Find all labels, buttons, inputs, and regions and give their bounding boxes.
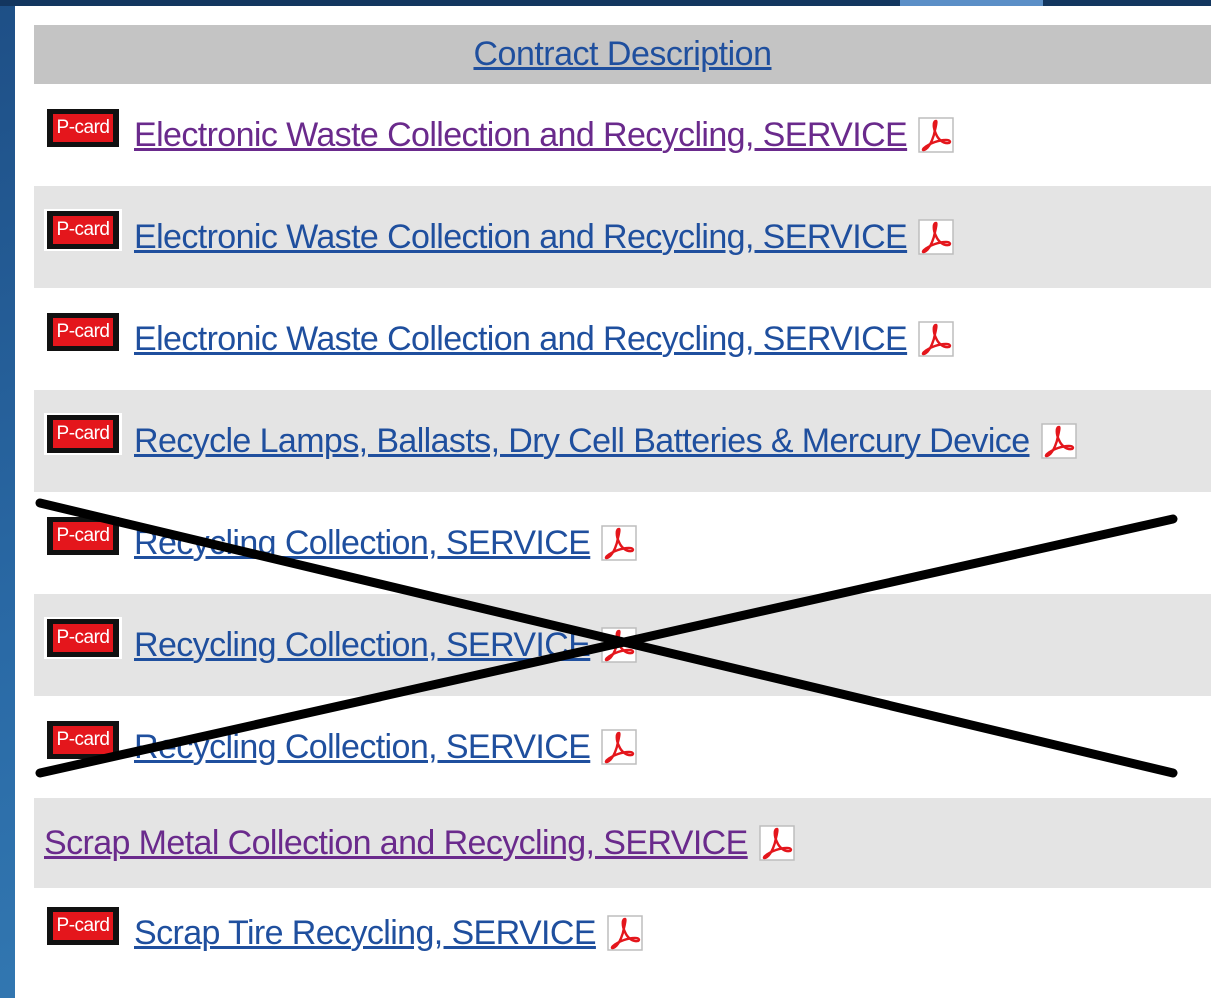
pdf-icon[interactable] bbox=[1040, 422, 1078, 460]
contract-link[interactable]: Recycling Collection, SERVICE bbox=[134, 728, 591, 767]
content-panel: Contract Description P-card Electronic Wa… bbox=[15, 6, 1211, 998]
table-header: Contract Description bbox=[34, 25, 1211, 84]
p-card-badge-frame: P-card bbox=[47, 619, 119, 657]
p-card-label: P-card bbox=[52, 318, 114, 346]
table-row: P-card Electronic Waste Collection and Re… bbox=[34, 186, 1211, 288]
p-card-badge-frame: P-card bbox=[47, 109, 119, 147]
p-card-badge: P-card bbox=[44, 515, 122, 557]
p-card-label: P-card bbox=[52, 114, 114, 142]
p-card-label: P-card bbox=[52, 522, 114, 550]
p-card-badge: P-card bbox=[44, 209, 122, 251]
table-row: P-card Electronic Waste Collection and Re… bbox=[34, 288, 1211, 390]
p-card-badge-frame: P-card bbox=[47, 211, 119, 249]
table-row: P-card Recycling Collection, SERVICE bbox=[34, 492, 1211, 594]
contracts-table: Contract Description P-card Electronic Wa… bbox=[34, 25, 1211, 978]
pdf-icon[interactable] bbox=[600, 728, 638, 766]
table-row: P-card Recycle Lamps, Ballasts, Dry Cell … bbox=[34, 390, 1211, 492]
contract-link[interactable]: Recycling Collection, SERVICE bbox=[134, 524, 591, 563]
contract-link[interactable]: Scrap Tire Recycling, SERVICE bbox=[134, 914, 597, 953]
p-card-label: P-card bbox=[52, 624, 114, 652]
p-card-badge: P-card bbox=[44, 905, 122, 947]
pdf-icon[interactable] bbox=[917, 218, 955, 256]
p-card-badge: P-card bbox=[44, 107, 122, 149]
contract-link[interactable]: Recycling Collection, SERVICE bbox=[134, 626, 591, 665]
pdf-icon[interactable] bbox=[606, 914, 644, 952]
p-card-label: P-card bbox=[52, 420, 114, 448]
pdf-icon[interactable] bbox=[758, 824, 796, 862]
p-card-badge-frame: P-card bbox=[47, 517, 119, 555]
p-card-badge-frame: P-card bbox=[47, 907, 119, 945]
table-row: P-card Scrap Tire Recycling, SERVICE bbox=[34, 888, 1211, 978]
pdf-icon[interactable] bbox=[917, 320, 955, 358]
table-row: P-card Recycling Collection, SERVICE bbox=[34, 594, 1211, 696]
contract-link[interactable]: Scrap Metal Collection and Recycling, SE… bbox=[44, 824, 748, 863]
p-card-badge: P-card bbox=[44, 719, 122, 761]
pdf-icon[interactable] bbox=[600, 626, 638, 664]
p-card-label: P-card bbox=[52, 216, 114, 244]
p-card-badge-frame: P-card bbox=[47, 313, 119, 351]
p-card-label: P-card bbox=[52, 726, 114, 754]
p-card-badge: P-card bbox=[44, 311, 122, 353]
contract-link[interactable]: Electronic Waste Collection and Recyclin… bbox=[134, 116, 908, 155]
p-card-badge: P-card bbox=[44, 413, 122, 455]
p-card-badge: P-card bbox=[44, 617, 122, 659]
contract-description-sort-link[interactable]: Contract Description bbox=[473, 35, 772, 74]
contract-link[interactable]: Recycle Lamps, Ballasts, Dry Cell Batter… bbox=[134, 422, 1030, 461]
table-row: P-card Electronic Waste Collection and Re… bbox=[34, 84, 1211, 186]
table-body: P-card Electronic Waste Collection and Re… bbox=[34, 84, 1211, 978]
table-row: Scrap Metal Collection and Recycling, SE… bbox=[34, 798, 1211, 888]
pdf-icon[interactable] bbox=[917, 116, 955, 154]
table-row: P-card Recycling Collection, SERVICE bbox=[34, 696, 1211, 798]
contract-link[interactable]: Electronic Waste Collection and Recyclin… bbox=[134, 218, 908, 257]
p-card-label: P-card bbox=[52, 912, 114, 940]
p-card-badge-frame: P-card bbox=[47, 415, 119, 453]
pdf-icon[interactable] bbox=[600, 524, 638, 562]
p-card-badge-frame: P-card bbox=[47, 721, 119, 759]
contract-link[interactable]: Electronic Waste Collection and Recyclin… bbox=[134, 320, 908, 359]
